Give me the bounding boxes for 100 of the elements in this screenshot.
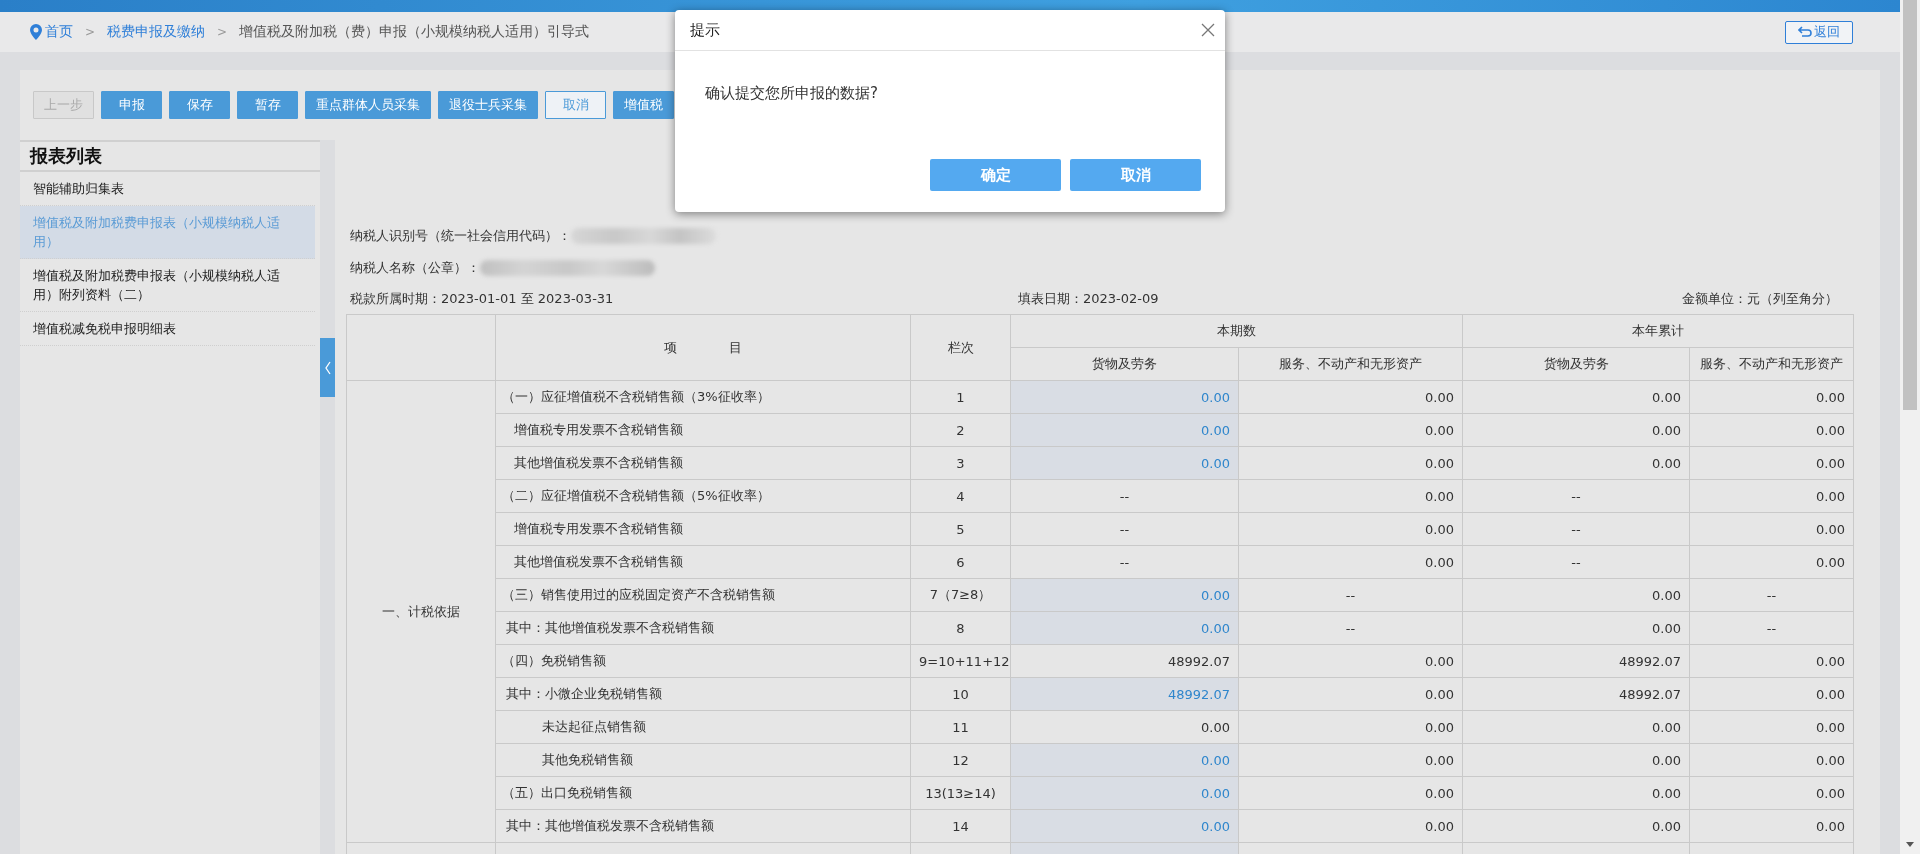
table-cell: --	[1689, 611, 1854, 645]
breadcrumb-separator: >	[217, 25, 228, 39]
table-cell: （三）销售使用过的应税固定资产不含税销售额	[495, 578, 911, 612]
home-link[interactable]: 首页	[30, 23, 73, 41]
table-cell: 10	[910, 677, 1011, 711]
input-cell[interactable]: 0.00	[1010, 809, 1239, 843]
column-header: 项 目	[495, 314, 911, 381]
table-cell: 2	[910, 413, 1011, 447]
table-cell: 未达起征点销售额	[495, 710, 911, 744]
table-cell: 0.00	[1462, 776, 1690, 810]
table-cell: 14	[910, 809, 1011, 843]
taxpayer-name-label: 纳税人名称（公章）：	[350, 259, 480, 277]
location-pin-icon	[30, 24, 42, 40]
table-cell: 0.00	[1689, 809, 1854, 843]
table-cell: 1	[910, 380, 1011, 414]
table-cell: 0.00	[1462, 578, 1690, 612]
table-cell: 0.00	[1462, 809, 1690, 843]
table-cell: 0.00	[1689, 380, 1854, 414]
column-header: 栏次	[910, 314, 1011, 381]
table-cell: 0.00	[1238, 776, 1463, 810]
toolbar-button[interactable]: 退役士兵采集	[438, 91, 538, 119]
table-cell: 0.00	[1238, 446, 1463, 480]
table-cell: 0.00	[1238, 710, 1463, 744]
table-cell: 0.00	[1238, 380, 1463, 414]
table-cell: 12	[910, 743, 1011, 777]
input-cell[interactable]: 0.00	[1010, 743, 1239, 777]
toolbar-button[interactable]: 增值税	[613, 91, 674, 119]
amount-unit: 金额单位：元（列至角分）	[1682, 290, 1839, 308]
table-cell: （二）应征增值税不含税销售额（5%征收率）	[495, 479, 911, 513]
sidebar-item[interactable]: 增值税减免税申报明细表	[20, 312, 315, 346]
back-button[interactable]: 返回	[1785, 20, 1853, 44]
table-cell: 48992.07	[1462, 677, 1690, 711]
column-header: 服务、不动产和无形资产	[1238, 347, 1463, 381]
dialog-message: 确认提交您所申报的数据?	[704, 83, 879, 104]
table-cell: 0.00	[1689, 677, 1854, 711]
input-cell[interactable]: 0.00	[1010, 611, 1239, 645]
toolbar-button[interactable]: 重点群体人员采集	[305, 91, 431, 119]
table-cell: 4	[910, 479, 1011, 513]
chevron-left-icon	[323, 359, 332, 376]
column-header: 货物及劳务	[1010, 347, 1239, 381]
sidebar-title: 报表列表	[20, 142, 320, 172]
toolbar-button[interactable]: 取消	[545, 91, 606, 119]
table-cell: 0.00	[1689, 710, 1854, 744]
table-cell: 0.00	[1689, 644, 1854, 678]
table-cell: 0.00	[1462, 413, 1690, 447]
table-cell: 13(13≥14)	[910, 776, 1011, 810]
dialog-title: 提示	[690, 20, 720, 40]
table-cell: 7（7≥8）	[910, 578, 1011, 612]
scrollbar[interactable]	[1900, 0, 1920, 854]
table-cell: 其中：其他增值税发票不含税销售额	[495, 611, 911, 645]
table-cell: （一）应征增值税不含税销售额（3%征收率）	[495, 380, 911, 414]
input-cell[interactable]: 0.00	[1010, 413, 1239, 447]
table-cell: 48992.07	[1462, 644, 1690, 678]
toolbar-button[interactable]: 暂存	[237, 91, 298, 119]
return-arrow-icon	[1798, 26, 1812, 38]
table-cell: 0.00	[1238, 545, 1463, 579]
scroll-down-arrow-icon[interactable]	[1906, 842, 1914, 848]
dialog-button[interactable]: 确定	[930, 159, 1061, 191]
table-cell: 0.00	[1238, 644, 1463, 678]
column-header: 货物及劳务	[1462, 347, 1690, 381]
table-cell: 其中：小微企业免税销售额	[495, 677, 911, 711]
table-cell: 0.00	[1689, 446, 1854, 480]
table-cell: 0.00	[1238, 512, 1463, 546]
table-cell: 0.00	[1462, 380, 1690, 414]
table-cell: 0.00	[1462, 743, 1690, 777]
dialog-button[interactable]: 取消	[1070, 159, 1201, 191]
sidebar-item[interactable]: 增值税及附加税费申报表（小规模纳税人适用）	[20, 206, 315, 259]
input-cell[interactable]: 0.00	[1010, 380, 1239, 414]
table-cell: 11	[910, 710, 1011, 744]
input-cell[interactable]: 0.00	[1010, 446, 1239, 480]
table-cell: --	[1010, 512, 1239, 546]
table-cell: 48992.07	[1010, 644, 1239, 678]
table-cell: 一、计税依据	[346, 380, 496, 843]
input-cell[interactable]: 0.00	[1010, 776, 1239, 810]
toolbar-button[interactable]: 保存	[169, 91, 230, 119]
table-cell: 0.00	[1238, 809, 1463, 843]
table-cell: 其他免税销售额	[495, 743, 911, 777]
toolbar-button[interactable]: 申报	[101, 91, 162, 119]
table-cell: --	[1462, 545, 1690, 579]
breadcrumb-link[interactable]: 税费申报及缴纳	[107, 23, 206, 41]
table-cell: 6	[910, 545, 1011, 579]
taxpayer-id-label: 纳税人识别号（统一社会信用代码）：	[350, 227, 571, 245]
table-cell: 0.00	[1689, 479, 1854, 513]
breadcrumb-separator: >	[85, 25, 96, 39]
close-icon[interactable]	[1201, 23, 1215, 37]
table-cell: 0.00	[1238, 677, 1463, 711]
table-cell: 0.00	[1462, 446, 1690, 480]
input-cell[interactable]: 0.00	[1010, 578, 1239, 612]
table-cell: --	[1238, 578, 1463, 612]
sidebar-item[interactable]: 增值税及附加税费申报表（小规模纳税人适用）附列资料（二）	[20, 259, 315, 312]
table-cell: 0.00	[1010, 710, 1239, 744]
table-cell: 0.00	[1689, 512, 1854, 546]
column-header: 服务、不动产和无形资产	[1689, 347, 1854, 381]
table-cell: --	[1010, 545, 1239, 579]
table-cell: 其中：其他增值税发票不含税销售额	[495, 809, 911, 843]
table-cell: 增值税专用发票不含税销售额	[495, 413, 911, 447]
input-cell[interactable]: 48992.07	[1010, 677, 1239, 711]
column-header: 本期数	[1010, 314, 1463, 348]
table-cell: --	[1689, 578, 1854, 612]
table-cell: 0.00	[1462, 710, 1690, 744]
